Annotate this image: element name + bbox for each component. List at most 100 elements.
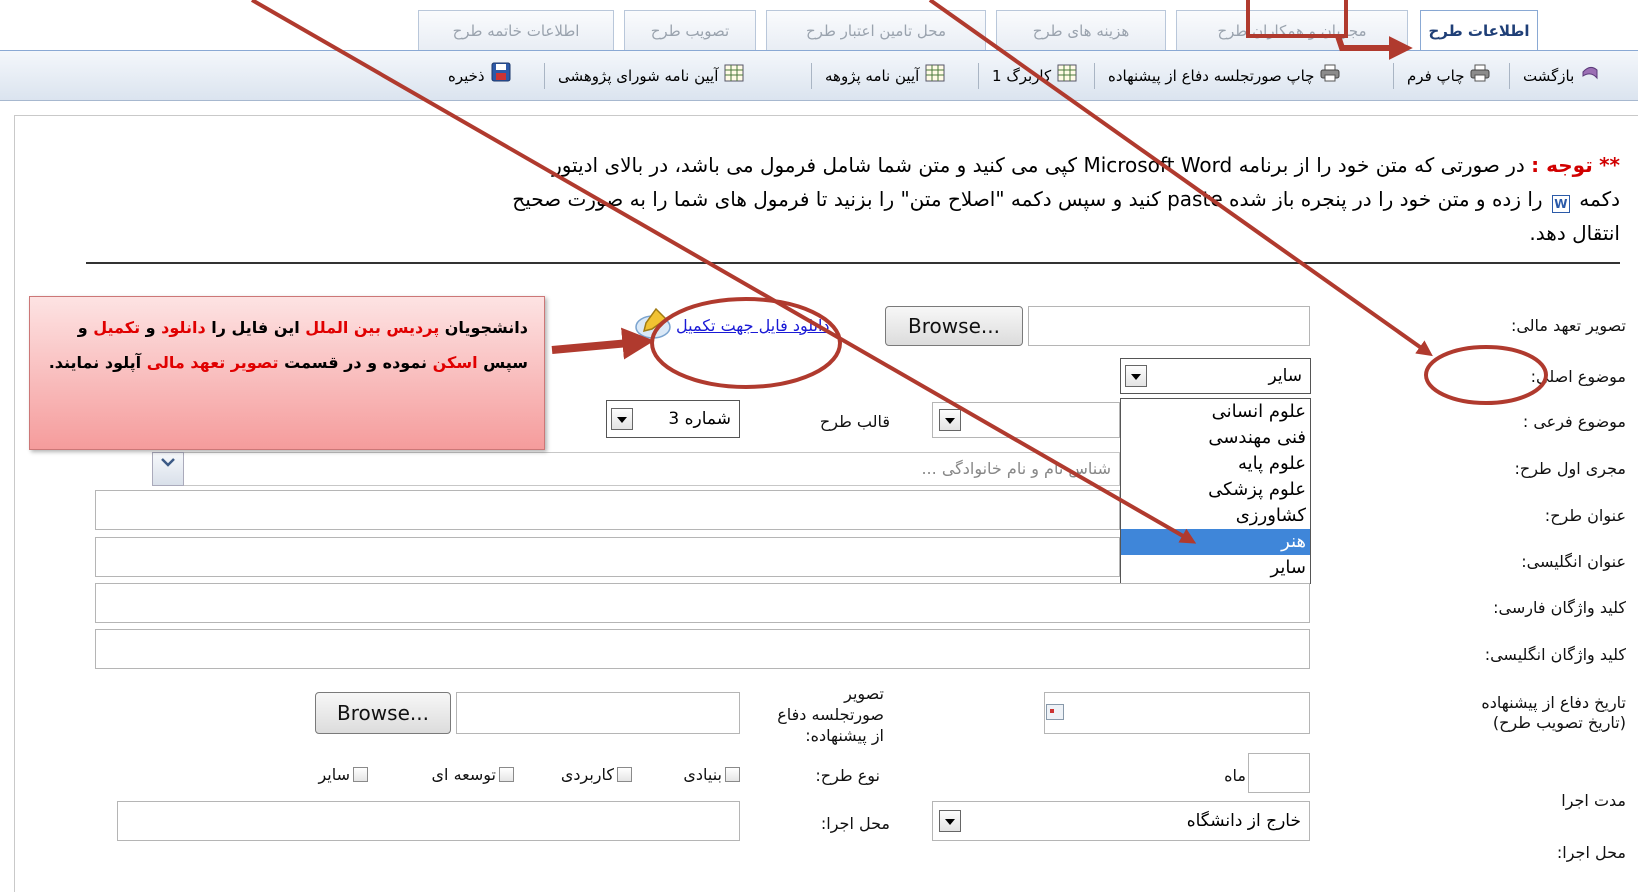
main-subject-value: سایر xyxy=(1268,366,1302,386)
callout-highlight: تصویر تعهد مالی xyxy=(146,353,279,372)
instruction-callout: دانشجویان پردیس بین الملل این فایل را دا… xyxy=(29,296,545,450)
tab-closing-info[interactable]: اطلاعات خاتمه طرح xyxy=(418,10,614,51)
tab-project-info[interactable]: اطلاعات طرح xyxy=(1420,10,1538,52)
back-icon xyxy=(1580,63,1600,91)
calendar-icon[interactable] xyxy=(1046,704,1064,720)
callout-highlight: پردیس بین الملل xyxy=(305,318,440,337)
main-subject-label: موضوع اصلی: xyxy=(1530,367,1626,386)
worksheet-1-button[interactable]: کاربرگ 1 xyxy=(992,62,1077,90)
notice-title: توجه : xyxy=(1531,153,1593,177)
back-label: بازگشت xyxy=(1523,67,1575,85)
executor-dropdown-button[interactable] xyxy=(152,452,184,486)
floppy-disk-icon xyxy=(491,62,511,91)
printer-icon xyxy=(1470,63,1490,91)
tab-costs[interactable]: هزینه های طرح xyxy=(996,10,1166,51)
type-basic-option[interactable]: بنیادی xyxy=(640,765,740,784)
main-subject-select[interactable]: سایر xyxy=(1120,358,1311,394)
minutes-image-label-line-1: تصویر xyxy=(844,684,884,703)
project-type-label: نوع طرح: xyxy=(815,766,880,785)
tab-funding[interactable]: محل تامین اعتبار طرح xyxy=(766,10,986,51)
template-select[interactable]: شماره 3 xyxy=(606,400,740,438)
financial-browse-button[interactable]: Browse... xyxy=(885,306,1023,346)
financial-image-file-input[interactable] xyxy=(1028,306,1310,346)
chevron-down-icon[interactable] xyxy=(1125,365,1147,387)
minutes-image-file-input[interactable] xyxy=(456,692,740,734)
defense-date-label-line-1: تاریخ دفاع از پیشنهاده xyxy=(1481,693,1626,712)
checkbox-developmental[interactable] xyxy=(499,767,514,782)
council-regulation-button[interactable]: آیین نامه شورای پژوهشی xyxy=(558,62,744,90)
en-keywords-label: کلید واژگان انگلیسی: xyxy=(1484,645,1626,664)
tab-strip: اطلاعات طرح مجریان و همکاران طرح هزینه ه… xyxy=(0,0,1638,52)
type-applied-option[interactable]: کاربردی xyxy=(520,765,632,784)
callout-text: نموده و در قسمت xyxy=(278,353,433,372)
printer-icon xyxy=(1320,63,1340,91)
defense-date-input[interactable] xyxy=(1044,692,1310,734)
english-title-input[interactable] xyxy=(95,537,1120,577)
fa-keywords-input[interactable] xyxy=(95,583,1310,623)
defense-date-label-line-2: (تاریخ تصویب طرح) xyxy=(1492,713,1626,732)
checkbox-applied[interactable] xyxy=(617,767,632,782)
checkbox-other[interactable] xyxy=(353,767,368,782)
type-other-option[interactable]: سایر xyxy=(286,765,368,784)
grid-icon xyxy=(925,63,945,91)
subject-option[interactable]: علوم پزشکی xyxy=(1121,477,1310,503)
duration-label: مدت اجرا xyxy=(1561,791,1626,810)
tab-executors[interactable]: مجریان و همکاران طرح xyxy=(1176,10,1408,51)
callout-text: دانشجویان xyxy=(439,318,528,337)
execution-location-label-2: محل اجرا: xyxy=(820,814,890,833)
first-executor-combobox[interactable]: شناس نام و نام خانوادگی ... xyxy=(152,452,1120,486)
print-form-button[interactable]: چاپ فرم xyxy=(1407,62,1490,90)
print-minutes-label: چاپ صورتجلسه دفاع از پیشنهاده xyxy=(1108,67,1315,85)
callout-highlight: تکمیل xyxy=(93,318,141,337)
execution-location-value: خارج از دانشگاه xyxy=(1186,811,1301,831)
save-label: ذخیره xyxy=(448,67,485,85)
back-button[interactable]: بازگشت xyxy=(1523,62,1600,90)
execution-location-select[interactable]: خارج از دانشگاه xyxy=(932,801,1310,841)
chevron-down-icon[interactable] xyxy=(939,409,961,431)
chevron-down-icon[interactable] xyxy=(939,810,961,832)
minutes-image-label: تصویر صورتجلسه دفاع از پیشنهاده: xyxy=(748,683,884,746)
duration-input[interactable] xyxy=(1248,753,1310,793)
subject-option-highlighted[interactable]: هنر xyxy=(1121,529,1310,555)
type-applied-label: کاربردی xyxy=(560,765,614,784)
notice-box: ** توجه : در صورتی که متن خود را از برنا… xyxy=(70,148,1620,250)
type-other-label: سایر xyxy=(318,765,350,784)
project-title-input[interactable] xyxy=(95,490,1120,530)
minutes-image-label-line-2: صورتجلسه دفاع xyxy=(777,705,884,724)
type-developmental-label: توسعه ای xyxy=(431,765,496,784)
callout-highlight: دانلود xyxy=(161,318,206,337)
subject-option[interactable]: علوم انسانی xyxy=(1121,399,1310,425)
minutes-image-label-line-3: از پیشنهاده: xyxy=(805,726,884,745)
notice-line-2a: دکمه xyxy=(1579,187,1620,211)
callout-text: این فایل را xyxy=(205,318,306,337)
download-form-link[interactable]: دانلود فایل جهت تکمیل xyxy=(676,316,830,335)
callout-text: آپلود نمایند. xyxy=(48,353,147,372)
en-keywords-input[interactable] xyxy=(95,629,1310,669)
download-icon xyxy=(634,305,672,343)
checkbox-basic[interactable] xyxy=(725,767,740,782)
english-title-label: عنوان انگلیسی: xyxy=(1521,552,1626,571)
save-button[interactable]: ذخیره xyxy=(448,62,511,90)
subject-option[interactable]: سایر xyxy=(1121,555,1310,581)
financial-image-label: تصویر تعهد مالی: xyxy=(1510,316,1626,335)
main-subject-options: علوم انسانی فنی مهندسی علوم پایه علوم پز… xyxy=(1120,398,1311,584)
print-minutes-button[interactable]: چاپ صورتجلسه دفاع از پیشنهاده xyxy=(1108,62,1340,90)
research-regulation-label: آیین نامه پژوهه xyxy=(825,67,920,85)
sub-subject-select[interactable] xyxy=(932,402,1120,438)
print-form-label: چاپ فرم xyxy=(1407,67,1465,85)
research-regulation-button[interactable]: آیین نامه پژوهه xyxy=(825,62,945,90)
subject-option[interactable]: علوم پایه xyxy=(1121,451,1310,477)
subject-option[interactable]: فنی مهندسی xyxy=(1121,425,1310,451)
notice-line-1: در صورتی که متن خود را از برنامه Microso… xyxy=(552,153,1525,177)
notice-line-3: انتقال دهد. xyxy=(1529,221,1620,245)
grid-icon xyxy=(1057,63,1077,91)
callout-highlight: اسکن xyxy=(432,353,478,372)
sub-subject-label: موضوع فرعی : xyxy=(1522,412,1626,431)
tab-approval[interactable]: تصویب طرح xyxy=(624,10,756,51)
type-developmental-option[interactable]: توسعه ای xyxy=(388,765,514,784)
execution-location-input[interactable] xyxy=(117,801,740,841)
subject-option[interactable]: کشاورزی xyxy=(1121,503,1310,529)
minutes-browse-button[interactable]: Browse... xyxy=(315,692,451,734)
chevron-down-icon[interactable] xyxy=(611,408,633,430)
template-label: قالب طرح xyxy=(819,412,890,431)
